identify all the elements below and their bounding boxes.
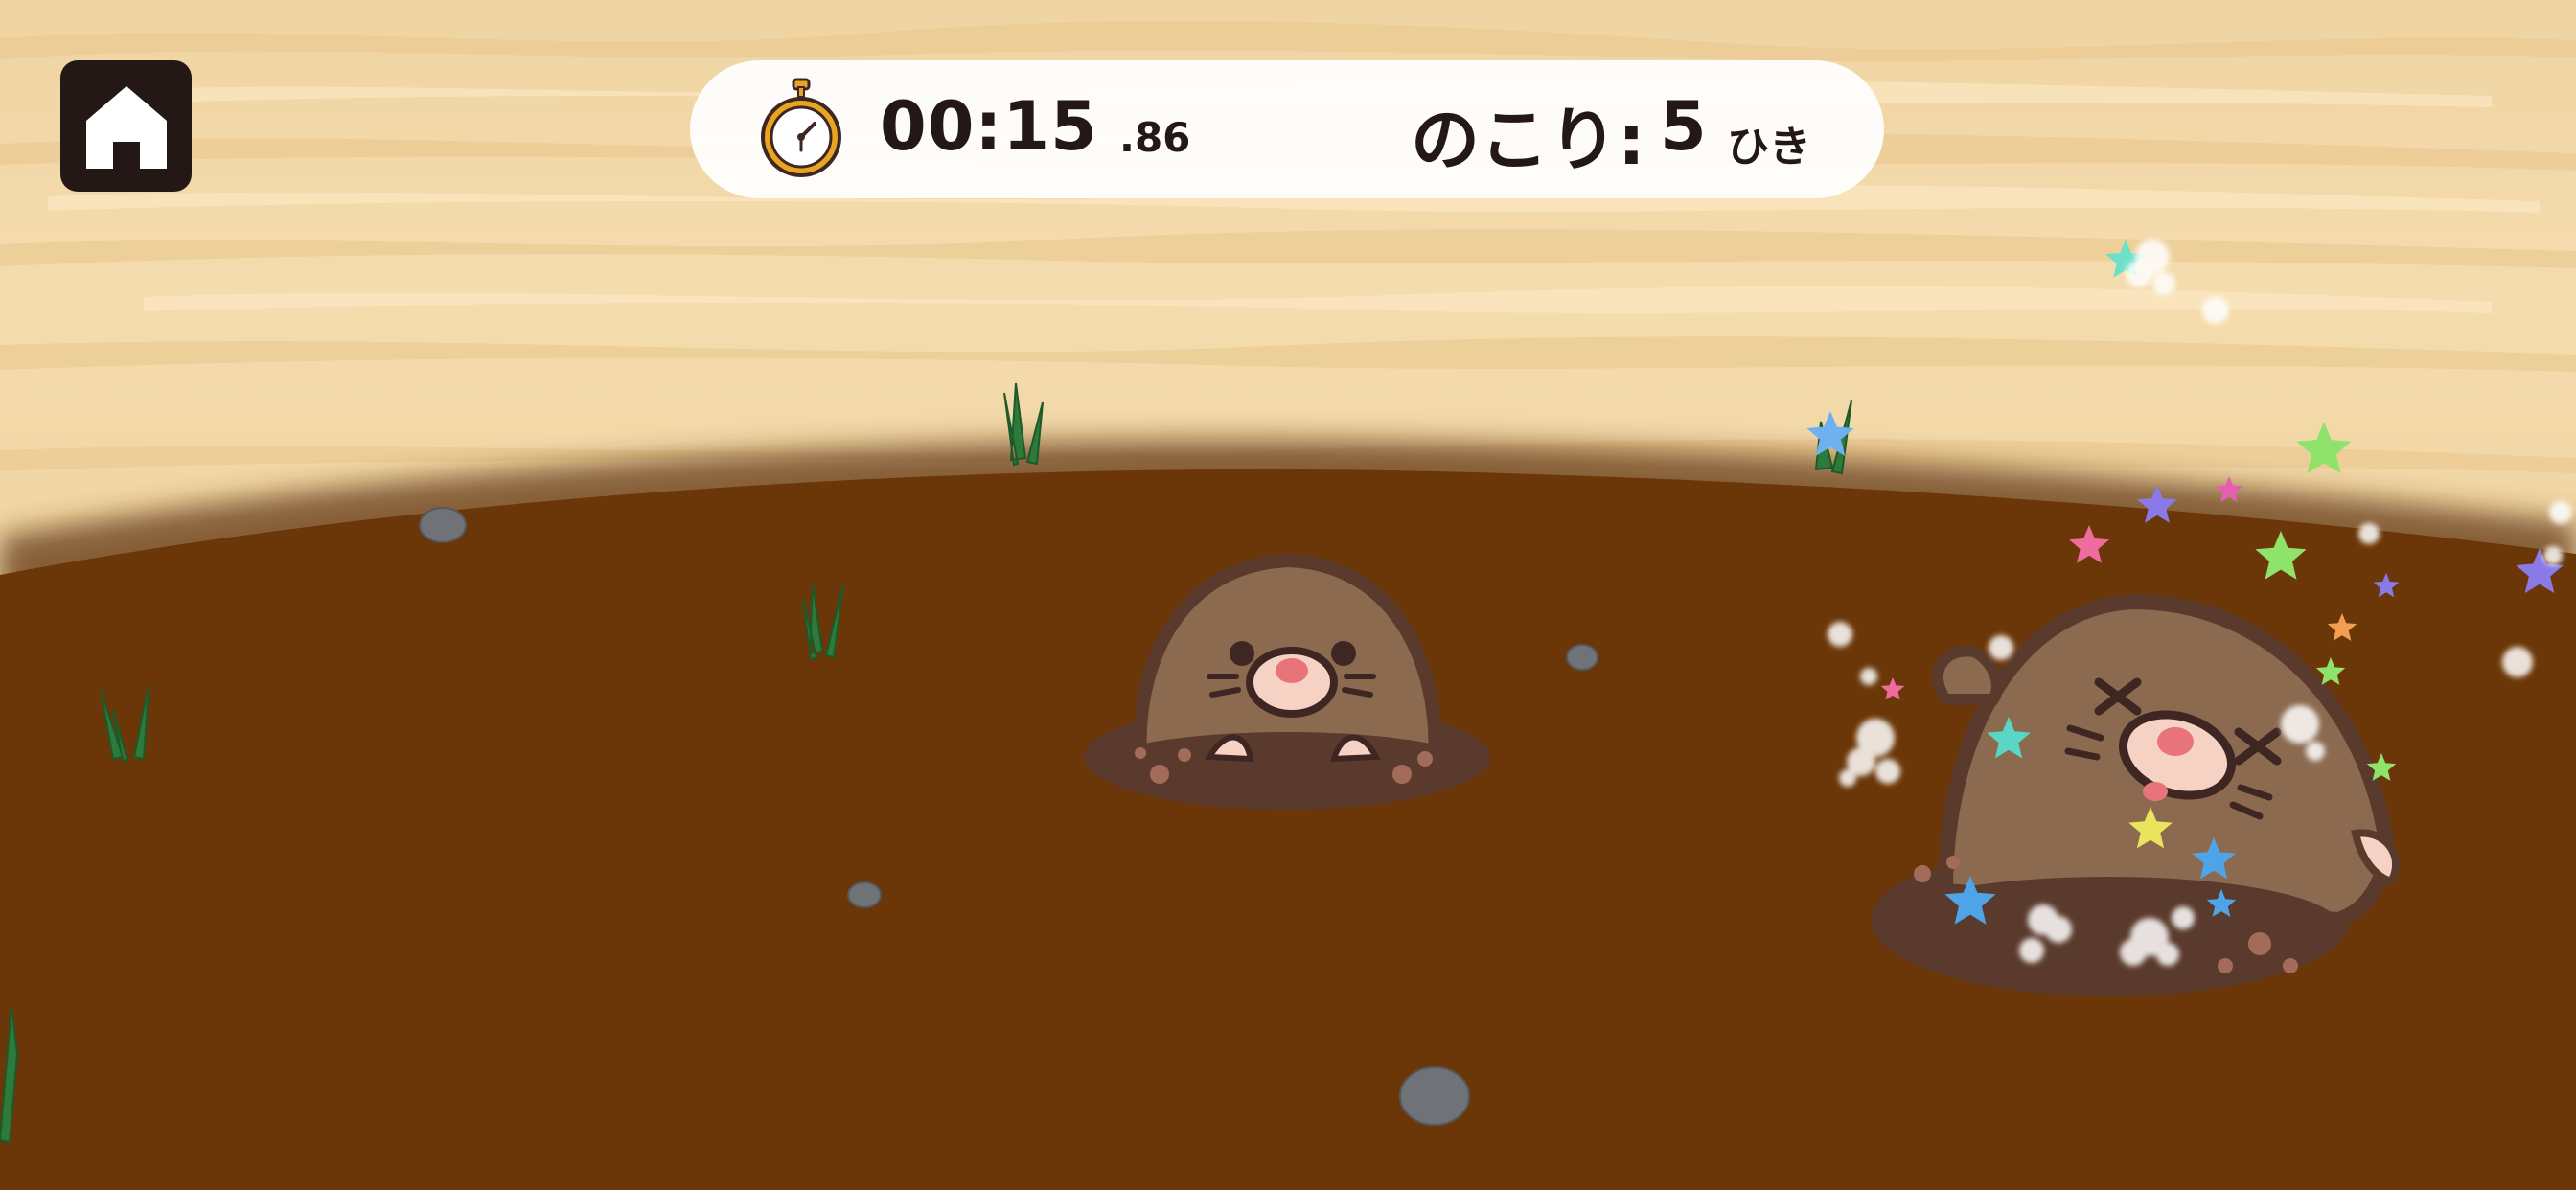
remaining-count: 5	[1660, 87, 1707, 166]
home-button[interactable]	[60, 60, 192, 192]
remaining-label: のこり:	[1411, 100, 1645, 180]
remaining-unit: ひき	[1727, 123, 1811, 172]
timer-value: 00:15	[880, 87, 1098, 166]
mole-nose	[1276, 658, 1308, 683]
mole-dirt-mound	[1095, 732, 1479, 801]
mole-eye-right	[1331, 641, 1356, 666]
status-hud: 00:15 .86 のこり: 5 ひき	[690, 60, 1884, 198]
timer-fraction: .86	[1119, 114, 1191, 161]
mole-nose	[2157, 727, 2194, 756]
mole-dirt-mound	[1878, 877, 2338, 973]
mole-paw-raised	[1932, 645, 2003, 705]
mole-tongue	[2143, 782, 2168, 801]
home-icon	[85, 85, 167, 169]
stopwatch-icon	[761, 78, 841, 177]
mole-eye-left	[1230, 641, 1254, 666]
